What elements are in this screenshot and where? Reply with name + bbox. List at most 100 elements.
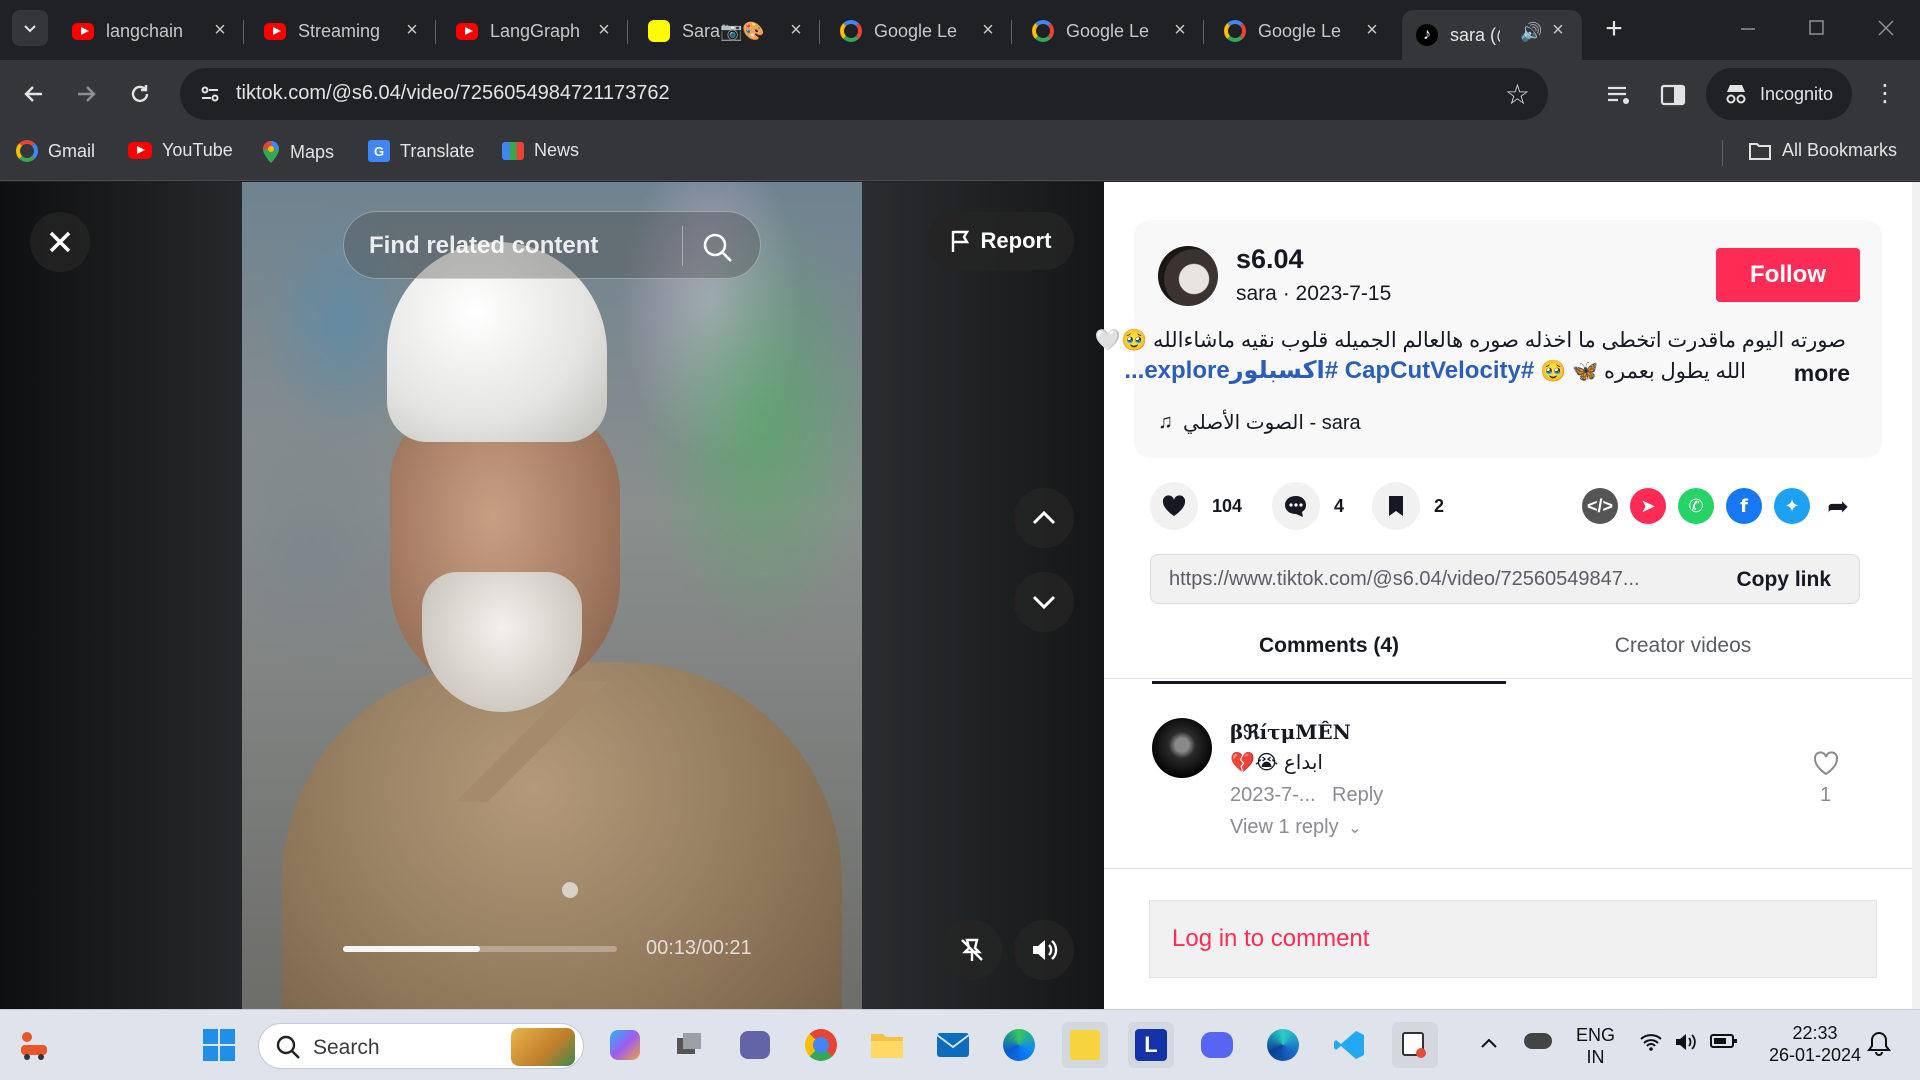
chrome-menu-button[interactable]: ⋮ xyxy=(1868,78,1902,112)
close-icon[interactable]: × xyxy=(1362,20,1382,40)
hashtags[interactable]: #CapCutVelocity #اكسبلورexplore... xyxy=(1124,357,1534,384)
avatar[interactable] xyxy=(1158,246,1218,306)
sticky-notes-icon[interactable] xyxy=(1062,1022,1108,1068)
tab-tiktok-active[interactable]: ♪ sara (@ 🔊 × xyxy=(1402,10,1582,60)
bookmark-youtube[interactable]: YouTube xyxy=(128,140,233,161)
music-link[interactable]: ♫ الصوت الأصلي - sara xyxy=(1158,410,1361,435)
forward-button[interactable] xyxy=(66,74,106,114)
url-text[interactable]: tiktok.com/@s6.04/video/7256054984721173… xyxy=(236,82,670,105)
notifications-icon[interactable] xyxy=(1866,1030,1892,1061)
next-video-button[interactable] xyxy=(1014,572,1074,632)
windows-start-icon[interactable] xyxy=(196,1022,242,1068)
wifi-icon[interactable] xyxy=(1640,1032,1662,1057)
send-icon[interactable]: ➤ xyxy=(1630,488,1666,524)
widgets-icon[interactable] xyxy=(10,1022,56,1068)
tab-sara-snapchat[interactable]: Sara📷🎨 × xyxy=(634,10,820,52)
vscode-icon[interactable] xyxy=(1326,1022,1372,1068)
embed-icon[interactable]: </> xyxy=(1582,488,1618,524)
bookmark-translate[interactable]: G Translate xyxy=(368,140,474,162)
speaker-icon[interactable]: 🔊 xyxy=(1520,22,1542,43)
floating-player-button[interactable] xyxy=(942,920,1002,980)
share-arrow-icon[interactable]: ➦ xyxy=(1820,488,1856,524)
close-icon[interactable]: × xyxy=(978,20,998,40)
tab-creator-videos[interactable]: Creator videos xyxy=(1506,634,1860,684)
star-icon[interactable]: ☆ xyxy=(1505,78,1530,111)
find-related-search[interactable]: Find related content xyxy=(343,211,761,279)
tab-google-lens-3[interactable]: Google Le × xyxy=(1210,10,1396,52)
tab-search-button[interactable] xyxy=(12,10,48,46)
tab-google-lens-2[interactable]: Google Le × xyxy=(1018,10,1204,52)
file-explorer-icon[interactable] xyxy=(864,1022,910,1068)
bookmark-news[interactable]: News xyxy=(502,140,579,161)
search-icon[interactable] xyxy=(702,232,734,264)
close-icon[interactable]: × xyxy=(786,20,806,40)
show-hidden-icons-button[interactable] xyxy=(1478,1032,1500,1059)
login-to-comment-bar[interactable]: Log in to comment xyxy=(1149,900,1877,978)
close-icon[interactable]: × xyxy=(594,20,614,40)
like-action[interactable]: 104 xyxy=(1150,482,1242,530)
close-video-button[interactable] xyxy=(30,212,90,272)
taskbar-search[interactable]: Search xyxy=(258,1023,584,1069)
battery-icon[interactable] xyxy=(1710,1032,1738,1054)
tab-langchain[interactable]: langchain × xyxy=(58,10,244,52)
close-icon[interactable]: × xyxy=(402,20,422,40)
all-bookmarks-button[interactable]: All Bookmarks xyxy=(1748,140,1897,161)
login-to-comment-label[interactable]: Log in to comment xyxy=(1172,925,1369,953)
video-frame[interactable] xyxy=(242,182,862,1009)
comment-author[interactable]: βℜíτμMÊN xyxy=(1230,720,1351,744)
edge-icon[interactable] xyxy=(996,1022,1042,1068)
task-view-icon[interactable] xyxy=(666,1022,712,1068)
close-icon[interactable]: × xyxy=(1170,20,1190,40)
teams-icon[interactable] xyxy=(732,1022,778,1068)
onedrive-icon[interactable] xyxy=(1524,1032,1552,1054)
incognito-indicator[interactable]: Incognito xyxy=(1706,68,1852,120)
bookmark-maps[interactable]: Maps xyxy=(262,140,334,164)
whatsapp-icon[interactable]: ✆ xyxy=(1678,488,1714,524)
facebook-icon[interactable]: f xyxy=(1726,488,1762,524)
media-control-button[interactable] xyxy=(1602,78,1636,112)
volume-button[interactable] xyxy=(1014,920,1074,980)
discord-icon[interactable] xyxy=(1194,1022,1240,1068)
username[interactable]: s6.04 xyxy=(1236,244,1304,275)
share-link-url[interactable]: https://www.tiktok.com/@s6.04/video/7256… xyxy=(1169,568,1699,591)
site-info-icon[interactable] xyxy=(198,82,222,106)
view-replies-button[interactable]: View 1 reply ⌄ xyxy=(1230,816,1362,839)
tab-comments[interactable]: Comments (4) xyxy=(1152,634,1506,684)
close-icon[interactable]: × xyxy=(210,20,230,40)
close-window-button[interactable] xyxy=(1866,10,1906,46)
more-button[interactable]: more xyxy=(1794,360,1850,387)
language-indicator[interactable]: ENG IN xyxy=(1576,1024,1615,1068)
back-button[interactable] xyxy=(14,74,54,114)
clock[interactable]: 22:33 26-01-2024 xyxy=(1760,1022,1870,1066)
close-icon[interactable]: × xyxy=(1548,20,1568,40)
tab-streaming[interactable]: Streaming × xyxy=(250,10,436,52)
bookmark-gmail[interactable]: Gmail xyxy=(16,140,95,162)
copy-link-button[interactable]: Copy link xyxy=(1736,568,1831,592)
volume-icon[interactable] xyxy=(1674,1032,1698,1057)
previous-video-button[interactable] xyxy=(1014,488,1074,548)
restore-button[interactable] xyxy=(1796,10,1836,46)
comment-reply-button[interactable]: Reply xyxy=(1332,784,1383,807)
side-panel-button[interactable] xyxy=(1656,78,1690,112)
comment-action[interactable]: 4 xyxy=(1272,482,1344,530)
page-scrollbar[interactable] xyxy=(1912,182,1920,1009)
tab-google-lens-1[interactable]: Google Le × xyxy=(826,10,1012,52)
save-action[interactable]: 2 xyxy=(1372,482,1444,530)
new-tab-button[interactable]: + xyxy=(1596,12,1632,48)
mail-icon[interactable] xyxy=(930,1022,976,1068)
heart-outline-icon[interactable] xyxy=(1812,750,1840,776)
reload-button[interactable] xyxy=(120,74,160,114)
follow-button[interactable]: Follow xyxy=(1716,248,1860,302)
edge-dev-icon[interactable] xyxy=(1260,1022,1306,1068)
address-bar[interactable]: tiktok.com/@s6.04/video/7256054984721173… xyxy=(180,68,1548,120)
tab-langgraph[interactable]: LangGraph × xyxy=(442,10,628,52)
report-button[interactable]: Report xyxy=(926,212,1074,270)
minimize-button[interactable] xyxy=(1728,10,1768,46)
chrome-icon[interactable] xyxy=(798,1022,844,1068)
comment-avatar[interactable] xyxy=(1152,718,1212,778)
twitter-icon[interactable]: ✦ xyxy=(1774,488,1810,524)
video-progress-bar[interactable] xyxy=(343,946,617,952)
copilot-icon[interactable] xyxy=(602,1022,648,1068)
app-l-icon[interactable]: L xyxy=(1128,1022,1174,1068)
snipping-tool-icon[interactable] xyxy=(1392,1022,1438,1068)
